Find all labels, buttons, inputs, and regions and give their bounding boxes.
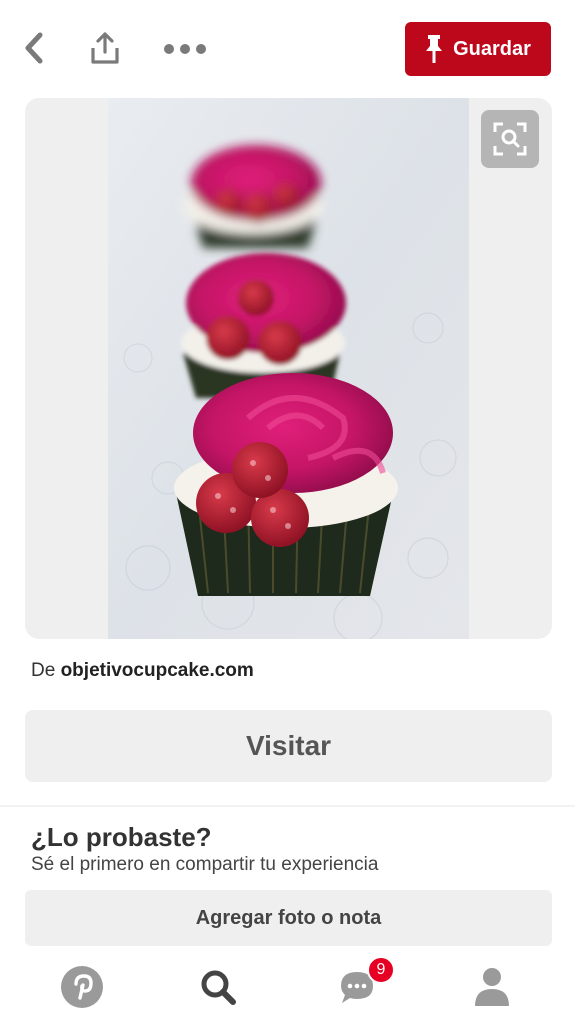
more-options-button[interactable] xyxy=(160,34,210,64)
visual-search-icon xyxy=(493,122,527,156)
top-bar: Guardar xyxy=(0,0,575,98)
visit-button[interactable]: Visitar xyxy=(25,710,552,782)
add-photo-or-note-label: Agregar foto o nota xyxy=(195,906,382,929)
pin-source[interactable]: De objetivocupcake.com xyxy=(31,660,254,682)
bottom-nav: 9 xyxy=(0,946,575,1024)
share-button[interactable] xyxy=(84,26,126,70)
profile-icon xyxy=(475,968,509,1006)
pushpin-icon xyxy=(426,35,443,63)
nav-profile[interactable] xyxy=(462,962,522,1012)
visit-button-label: Visitar xyxy=(245,730,332,761)
chevron-left-icon xyxy=(25,32,43,64)
visual-search-button[interactable] xyxy=(481,110,539,168)
nav-home[interactable] xyxy=(52,962,112,1012)
source-domain[interactable]: objetivocupcake.com xyxy=(61,660,254,681)
nav-search[interactable] xyxy=(188,962,248,1012)
tried-it-subtitle: Sé el primero en compartir tu experienci… xyxy=(31,854,379,875)
add-photo-or-note-button[interactable]: Agregar foto o nota xyxy=(25,890,552,946)
tried-it-heading: ¿Lo probaste? xyxy=(31,822,212,852)
section-divider xyxy=(0,805,575,807)
source-prefix: De xyxy=(31,660,56,681)
back-button[interactable] xyxy=(16,28,52,68)
ellipsis-icon xyxy=(164,44,206,54)
search-icon xyxy=(201,970,236,1005)
cupcake-photo xyxy=(108,98,469,639)
pin-image-card[interactable] xyxy=(25,98,552,639)
nav-messages[interactable]: 9 xyxy=(327,956,395,1012)
notification-badge: 9 xyxy=(367,956,395,984)
share-icon xyxy=(91,32,119,64)
save-button[interactable]: Guardar xyxy=(405,22,551,76)
save-button-label: Guardar xyxy=(453,37,531,60)
pinterest-logo-icon xyxy=(61,966,103,1008)
